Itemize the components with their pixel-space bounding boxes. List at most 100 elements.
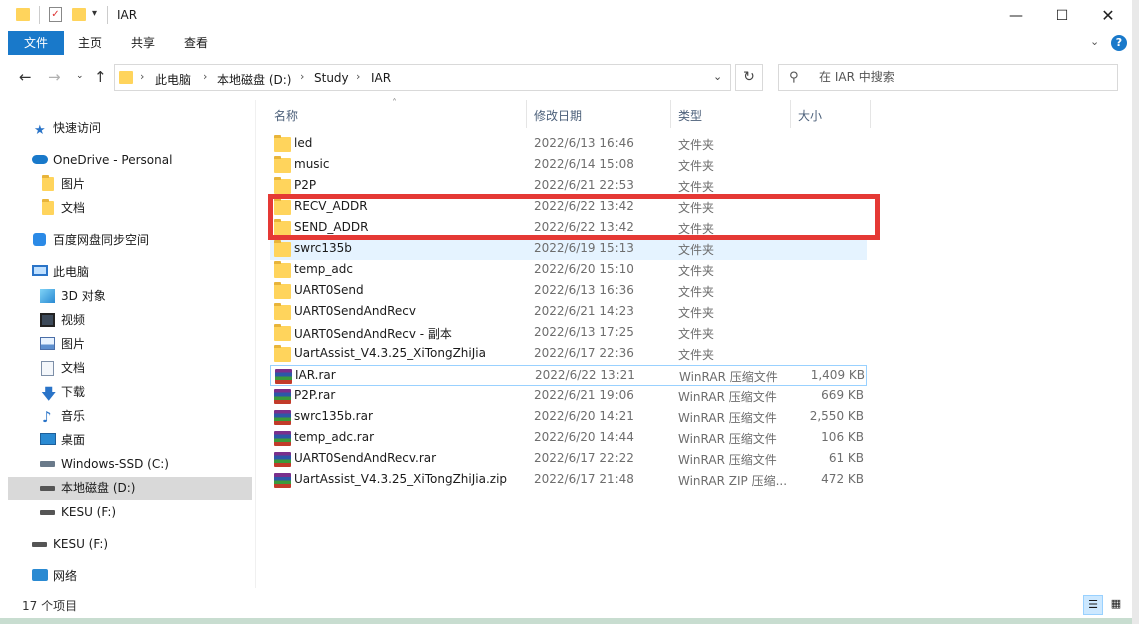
address-bar[interactable]: › 此电脑 › 本地磁盘 (D:) › Study › IAR ⌄: [114, 64, 731, 91]
column-divider[interactable]: [526, 100, 527, 128]
file-size: 669 KB: [821, 388, 864, 402]
minimize-button[interactable]: —: [993, 0, 1039, 31]
sidebar-item-windows-ssd[interactable]: Windows-SSD (C:): [8, 453, 252, 476]
maximize-button[interactable]: ☐: [1039, 0, 1085, 31]
status-bar: 17 个项目 ☰ ▦: [0, 592, 1132, 618]
file-row[interactable]: led 2022/6/13 16:46 文件夹: [270, 134, 867, 155]
sidebar-item-quick-access[interactable]: ★ 快速访问: [8, 117, 252, 140]
sidebar-item-onedrive[interactable]: OneDrive - Personal: [8, 149, 252, 172]
file-name: led: [294, 136, 313, 150]
file-row[interactable]: UartAssist_V4.3.25_XiTongZhiJia 2022/6/1…: [270, 344, 867, 365]
customize-quick-access-icon[interactable]: ▾: [92, 8, 97, 26]
tab-home[interactable]: 主页: [70, 31, 110, 55]
refresh-icon: ↻: [743, 69, 755, 85]
sidebar-item-videos[interactable]: 视频: [8, 309, 252, 332]
sidebar-item-label: 快速访问: [53, 121, 102, 135]
address-history-chevron-icon[interactable]: ⌄: [713, 70, 722, 83]
file-row[interactable]: UartAssist_V4.3.25_XiTongZhiJia.zip 2022…: [270, 470, 867, 491]
breadcrumb-separator-icon[interactable]: ›: [203, 70, 207, 83]
file-row[interactable]: UART0SendAndRecv 2022/6/21 14:23 文件夹: [270, 302, 867, 323]
cube-3d-icon: [40, 289, 55, 303]
sidebar-item-onedrive-pictures[interactable]: 图片: [8, 173, 252, 196]
pane-divider[interactable]: [255, 100, 256, 588]
sidebar-item-baidu-netdisk[interactable]: 百度网盘同步空间: [8, 229, 252, 252]
breadcrumb-drive-d[interactable]: 本地磁盘 (D:): [217, 71, 291, 88]
sidebar-item-documents[interactable]: 文档: [8, 357, 252, 380]
file-name: swrc135b: [294, 241, 352, 255]
sidebar-item-label: 下载: [61, 385, 86, 399]
column-header-date[interactable]: 修改日期: [534, 107, 582, 124]
file-row[interactable]: temp_adc.rar 2022/6/20 14:44 WinRAR 压缩文件…: [270, 428, 867, 449]
sort-ascending-icon: ˄: [392, 98, 397, 109]
breadcrumb-this-pc[interactable]: 此电脑: [155, 71, 191, 88]
column-divider[interactable]: [870, 100, 871, 128]
file-row[interactable]: UART0Send 2022/6/13 16:36 文件夹: [270, 281, 867, 302]
file-row[interactable]: swrc135b.rar 2022/6/20 14:21 WinRAR 压缩文件…: [270, 407, 867, 428]
back-arrow-icon[interactable]: ←: [19, 68, 32, 86]
sidebar-item-3d-objects[interactable]: 3D 对象: [8, 285, 252, 308]
new-folder-icon[interactable]: [72, 8, 86, 21]
sidebar-item-network[interactable]: 网络: [8, 565, 252, 588]
file-name: P2P.rar: [294, 388, 336, 402]
column-divider[interactable]: [670, 100, 671, 128]
breadcrumb-study[interactable]: Study: [314, 71, 349, 85]
sidebar-item-downloads[interactable]: 🡇 下载: [8, 381, 252, 404]
sidebar-item-pictures[interactable]: 图片: [8, 333, 252, 356]
tab-file[interactable]: 文件: [8, 31, 64, 55]
sidebar-item-label: 音乐: [61, 409, 86, 423]
file-name: temp_adc.rar: [294, 430, 374, 444]
background-edge: [0, 618, 1132, 624]
breadcrumb-separator-icon[interactable]: ›: [356, 70, 360, 83]
folder-icon: [274, 324, 291, 341]
sidebar-item-desktop[interactable]: 桌面: [8, 429, 252, 452]
breadcrumb-separator-icon[interactable]: ›: [300, 70, 304, 83]
documents-icon: [41, 361, 54, 376]
up-arrow-icon[interactable]: ↑: [94, 68, 107, 86]
sidebar-item-label: 百度网盘同步空间: [53, 233, 150, 247]
title-bar: ✓ ▾ IAR — ☐ ✕: [0, 0, 1132, 31]
refresh-button[interactable]: ↻: [735, 64, 763, 91]
file-type: 文件夹: [678, 243, 715, 257]
sidebar-item-kesu-f-nested[interactable]: KESU (F:): [8, 501, 252, 524]
video-icon: [40, 313, 55, 327]
large-icons-view-icon[interactable]: ▦: [1106, 595, 1126, 615]
column-headers: ˄ 名称 修改日期 类型 大小: [256, 98, 1132, 130]
breadcrumb-separator-icon[interactable]: ›: [140, 70, 144, 83]
column-divider[interactable]: [790, 100, 791, 128]
search-box[interactable]: ⚲: [778, 64, 1118, 91]
close-button[interactable]: ✕: [1085, 0, 1131, 31]
column-header-size[interactable]: 大小: [798, 107, 822, 124]
recent-locations-chevron-icon[interactable]: ⌄: [76, 71, 84, 81]
details-view-icon[interactable]: ☰: [1083, 595, 1103, 615]
sidebar-item-music[interactable]: ♪ 音乐: [8, 405, 252, 428]
column-header-type[interactable]: 类型: [678, 107, 702, 124]
sidebar-item-kesu-f[interactable]: KESU (F:): [8, 533, 252, 556]
sidebar-item-label: 此电脑: [53, 265, 90, 279]
file-type: 文件夹: [678, 306, 715, 320]
sidebar-item-label: Windows-SSD (C:): [61, 457, 169, 471]
forward-arrow-icon[interactable]: →: [48, 68, 61, 86]
column-header-name[interactable]: 名称: [274, 107, 298, 124]
file-row[interactable]: P2P.rar 2022/6/21 19:06 WinRAR 压缩文件 669 …: [270, 386, 867, 407]
expand-ribbon-icon[interactable]: ⌄: [1090, 35, 1099, 48]
file-row[interactable]: IAR.rar 2022/6/22 13:21 WinRAR 压缩文件 1,40…: [270, 365, 867, 386]
search-input[interactable]: [817, 69, 1111, 85]
sidebar-item-this-pc[interactable]: 此电脑: [8, 261, 252, 284]
breadcrumb-iar[interactable]: IAR: [371, 71, 391, 85]
sidebar-item-onedrive-documents[interactable]: 文档: [8, 197, 252, 220]
file-row[interactable]: swrc135b 2022/6/19 15:13 文件夹: [270, 239, 867, 260]
tab-view[interactable]: 查看: [176, 31, 216, 55]
file-row[interactable]: music 2022/6/14 15:08 文件夹: [270, 155, 867, 176]
file-type: WinRAR 压缩文件: [678, 453, 777, 467]
sidebar-item-local-disk-d[interactable]: 本地磁盘 (D:): [8, 477, 252, 500]
tab-share[interactable]: 共享: [123, 31, 163, 55]
file-row[interactable]: UART0SendAndRecv - 副本 2022/6/13 17:25 文件…: [270, 323, 867, 344]
drive-icon: [40, 461, 55, 467]
file-type: 文件夹: [678, 180, 715, 194]
file-row[interactable]: UART0SendAndRecv.rar 2022/6/17 22:22 Win…: [270, 449, 867, 470]
properties-icon[interactable]: ✓: [49, 7, 62, 22]
file-row[interactable]: temp_adc 2022/6/20 15:10 文件夹: [270, 260, 867, 281]
file-name: UART0SendAndRecv.rar: [294, 451, 437, 465]
help-icon[interactable]: ?: [1111, 35, 1127, 51]
sidebar-item-label: 图片: [61, 177, 86, 191]
